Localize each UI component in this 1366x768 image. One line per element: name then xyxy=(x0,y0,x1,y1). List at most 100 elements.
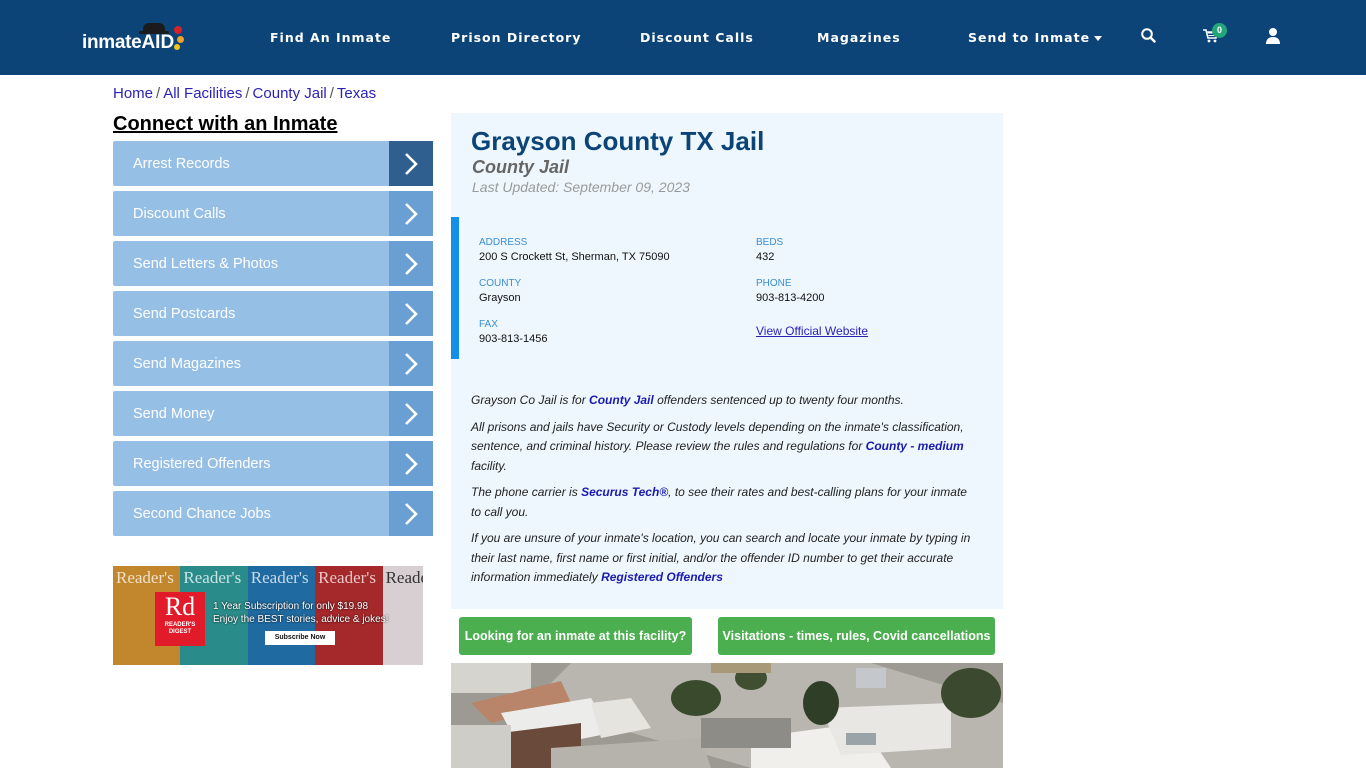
aerial-photo-illustration xyxy=(451,663,1003,768)
last-updated: Last Updated: September 09, 2023 xyxy=(472,179,690,195)
address-label: ADDRESS xyxy=(479,237,528,248)
chevron-right-icon xyxy=(389,141,433,186)
nav-magazines[interactable]: Magazines xyxy=(817,30,901,45)
magazine-cover-image: Reader's xyxy=(382,566,423,665)
chevron-right-icon xyxy=(389,391,433,436)
breadcrumb-texas[interactable]: Texas xyxy=(337,85,376,102)
address-field: ADDRESS 200 S Crockett St, Sherman, TX 7… xyxy=(479,237,670,263)
leaf-icon xyxy=(174,26,183,34)
inmateaid-logo[interactable]: inmate AID xyxy=(82,22,185,54)
sidebar-item-label: Send Letters & Photos xyxy=(133,255,279,272)
paragraph-phone-carrier: The phone carrier is Securus Tech®, to s… xyxy=(471,483,971,522)
logo-accent-text: AID xyxy=(141,32,175,53)
fax-value: 903-813-1456 xyxy=(479,333,548,345)
sidebar-item-label: Send Postcards xyxy=(133,305,236,322)
cover-title: Reader's xyxy=(250,568,309,587)
cover-title: Reader's xyxy=(318,568,376,587)
sidebar-item-second-chance-jobs[interactable]: Second Chance Jobs xyxy=(113,491,433,536)
registered-offenders-link[interactable]: Registered Offenders xyxy=(601,570,723,584)
county-jail-link[interactable]: County Jail xyxy=(589,393,654,407)
readers-digest-logo: Rd READER'S DIGEST xyxy=(155,592,205,646)
chevron-right-icon xyxy=(389,341,433,386)
view-official-website-link[interactable]: View Official Website xyxy=(756,324,868,338)
breadcrumb: Home / All Facilities / County Jail / Texas xyxy=(113,85,376,102)
facility-description: Grayson Co Jail is for County Jail offen… xyxy=(471,391,971,595)
text: Grayson Co Jail is for xyxy=(471,393,590,407)
sidebar-menu: Arrest Records Discount Calls Send Lette… xyxy=(113,141,433,541)
facility-type: County Jail xyxy=(472,157,570,177)
cover-title: Reader's xyxy=(385,568,423,587)
facility-detail-panel: Grayson County TX Jail County Jail Last … xyxy=(451,113,1003,609)
chevron-right-icon xyxy=(389,241,433,286)
beds-label: BEDS xyxy=(756,237,784,248)
leaf-icon xyxy=(177,36,185,43)
paragraph-security-levels: All prisons and jails have Security or C… xyxy=(471,418,971,477)
chevron-right-icon xyxy=(389,191,433,236)
nav-send-to-inmate-label: Send to Inmate xyxy=(968,30,1091,45)
pilgrim-hat-icon xyxy=(139,23,170,34)
sidebar-item-label: Send Magazines xyxy=(133,355,242,372)
website-field: View Official Website xyxy=(756,322,868,340)
sidebar-item-label: Arrest Records xyxy=(133,155,230,172)
sidebar-item-registered-offenders[interactable]: Registered Offenders xyxy=(113,441,433,486)
sidebar-item-send-postcards[interactable]: Send Postcards xyxy=(113,291,433,336)
facility-aerial-photo xyxy=(451,663,1003,768)
sidebar-item-discount-calls[interactable]: Discount Calls xyxy=(113,191,433,236)
sidebar-item-label: Discount Calls xyxy=(133,205,226,222)
breadcrumb-separator: / xyxy=(245,85,250,102)
beds-value: 432 xyxy=(756,251,775,263)
ad-tagline: Enjoy the BEST stories, advice & jokes! xyxy=(213,614,389,625)
leaf-icon xyxy=(174,44,181,50)
breadcrumb-all-facilities[interactable]: All Facilities xyxy=(163,85,242,102)
phone-value: 903-813-4200 xyxy=(756,292,825,304)
readers-digest-ad-banner[interactable]: Reader's Reader's Reader's Reader's Read… xyxy=(113,566,423,665)
beds-field: BEDS 432 xyxy=(756,237,783,263)
cover-title: Reader's xyxy=(183,568,242,587)
paragraph-sentence-info: Grayson Co Jail is for County Jail offen… xyxy=(471,391,971,411)
county-value: Grayson xyxy=(479,292,521,304)
rd-brand-name: READER'S DIGEST xyxy=(164,622,196,635)
county-label: COUNTY xyxy=(479,278,522,289)
nav-find-an-inmate[interactable]: Find An Inmate xyxy=(270,30,391,45)
chevron-right-icon xyxy=(389,291,433,336)
county-field: COUNTY Grayson xyxy=(479,278,521,304)
nav-discount-calls[interactable]: Discount Calls xyxy=(640,30,754,45)
text: offenders sentenced up to twenty four mo… xyxy=(653,393,904,407)
sidebar-item-label: Registered Offenders xyxy=(133,455,271,472)
fax-label: FAX xyxy=(479,319,498,330)
subscribe-now-button[interactable]: Subscribe Now xyxy=(265,631,335,645)
facility-info-block: ADDRESS 200 S Crockett St, Sherman, TX 7… xyxy=(451,217,1003,359)
cover-title: Reader's xyxy=(116,568,174,587)
securus-tech-link[interactable]: Securus Tech® xyxy=(581,485,668,499)
user-icon[interactable] xyxy=(1264,27,1282,45)
find-inmate-at-facility-button[interactable]: Looking for an inmate at this facility? xyxy=(459,617,692,655)
cart-count-badge: 0 xyxy=(1212,23,1227,38)
chevron-right-icon xyxy=(389,491,433,536)
top-navigation-bar: inmate AID Find An Inmate Prison Directo… xyxy=(0,0,1366,75)
sidebar-item-send-letters-photos[interactable]: Send Letters & Photos xyxy=(113,241,433,286)
phone-label: PHONE xyxy=(756,278,792,289)
sidebar-title[interactable]: Connect with an Inmate xyxy=(113,113,337,136)
sidebar-item-arrest-records[interactable]: Arrest Records xyxy=(113,141,433,186)
sidebar-item-label: Second Chance Jobs xyxy=(133,505,271,522)
facility-title: Grayson County TX Jail xyxy=(471,126,765,156)
logo-accent: AID xyxy=(139,23,185,54)
breadcrumb-county-jail[interactable]: County Jail xyxy=(253,85,327,102)
breadcrumb-home[interactable]: Home xyxy=(113,85,153,102)
fax-field: FAX 903-813-1456 xyxy=(479,319,548,345)
search-icon[interactable] xyxy=(1140,27,1158,45)
chevron-right-icon xyxy=(389,441,433,486)
rd-mark: Rd xyxy=(164,592,196,621)
sidebar-item-send-money[interactable]: Send Money xyxy=(113,391,433,436)
text: The phone carrier is xyxy=(471,485,582,499)
nav-prison-directory[interactable]: Prison Directory xyxy=(451,30,581,45)
sidebar-item-label: Send Money xyxy=(133,405,215,422)
security-level-link[interactable]: County - medium xyxy=(866,439,964,453)
ad-offer-text: 1 Year Subscription for only $19.98 xyxy=(213,601,369,612)
nav-send-to-inmate[interactable]: Send to Inmate xyxy=(968,30,1103,45)
paragraph-inmate-search: If you are unsure of your inmate's locat… xyxy=(471,529,971,588)
address-value: 200 S Crockett St, Sherman, TX 75090 xyxy=(479,251,670,263)
visitation-info-button[interactable]: Visitations - times, rules, Covid cancel… xyxy=(718,617,995,655)
sidebar-item-send-magazines[interactable]: Send Magazines xyxy=(113,341,433,386)
logo-text: inmate xyxy=(82,32,142,53)
